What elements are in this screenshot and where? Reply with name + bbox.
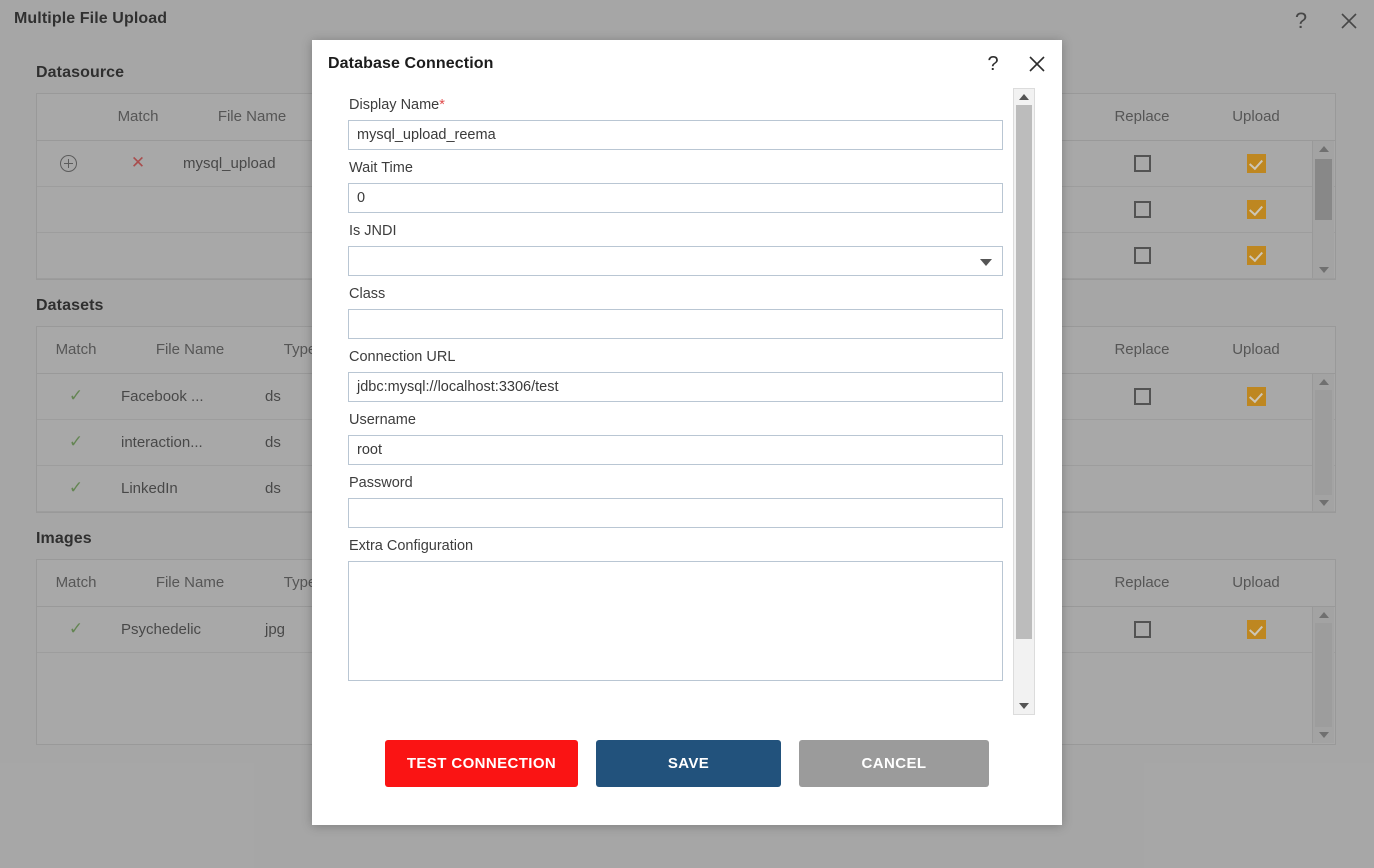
scroll-up-icon[interactable]	[1014, 89, 1034, 105]
field-connection-url: Connection URL jdbc:mysql://localhost:33…	[348, 340, 1012, 402]
class-input[interactable]	[348, 309, 1003, 339]
field-wait-time: Wait Time 0	[348, 151, 1012, 213]
label-text: Display Name	[349, 97, 440, 113]
cancel-button[interactable]: CANCEL	[799, 739, 989, 787]
extra-configuration-textarea[interactable]	[348, 561, 1003, 681]
dialog-form-scrollbar[interactable]	[1013, 88, 1035, 715]
dialog-title: Database Connection	[328, 55, 494, 72]
password-input[interactable]	[348, 498, 1003, 528]
username-input[interactable]: root	[348, 435, 1003, 465]
label-password: Password	[349, 475, 413, 491]
test-connection-button[interactable]: TEST CONNECTION	[385, 739, 578, 787]
field-username: Username root	[348, 403, 1012, 465]
field-password: Password	[348, 466, 1012, 528]
dialog-header-actions: ?	[982, 53, 1048, 75]
close-icon[interactable]	[1026, 53, 1048, 75]
chevron-down-icon	[980, 259, 992, 266]
wait-time-input[interactable]: 0	[348, 183, 1003, 213]
connection-form: Display Name* mysql_upload_reema Wait Ti…	[348, 88, 1012, 715]
scrollbar-track[interactable]	[1014, 105, 1034, 698]
label-username: Username	[349, 412, 416, 428]
display-name-input[interactable]: mysql_upload_reema	[348, 120, 1003, 150]
dialog-footer: TEST CONNECTION SAVE CANCEL	[312, 715, 1062, 825]
label-extra-configuration: Extra Configuration	[349, 538, 474, 554]
field-is-jndi: Is JNDI	[348, 214, 1012, 276]
is-jndi-select[interactable]	[348, 246, 1003, 276]
field-class: Class	[348, 277, 1012, 339]
label-is-jndi: Is JNDI	[349, 223, 397, 239]
scrollbar-thumb[interactable]	[1016, 105, 1032, 639]
help-icon[interactable]: ?	[982, 53, 1004, 75]
label-display-name: Display Name*	[348, 88, 1012, 120]
database-connection-dialog: Database Connection ? Display Name* mysq…	[312, 40, 1062, 825]
scroll-down-icon[interactable]	[1014, 698, 1034, 714]
label-wait-time: Wait Time	[349, 160, 413, 176]
field-extra-configuration: Extra Configuration	[348, 529, 1012, 681]
dialog-header: Database Connection ?	[312, 40, 1062, 88]
connection-url-input[interactable]: jdbc:mysql://localhost:3306/test	[348, 372, 1003, 402]
label-connection-url: Connection URL	[349, 349, 456, 365]
field-display-name: Display Name* mysql_upload_reema	[348, 88, 1012, 150]
required-marker: *	[439, 97, 445, 113]
label-class: Class	[349, 286, 386, 302]
save-button[interactable]: SAVE	[596, 739, 781, 787]
dialog-body: Display Name* mysql_upload_reema Wait Ti…	[348, 88, 1035, 715]
